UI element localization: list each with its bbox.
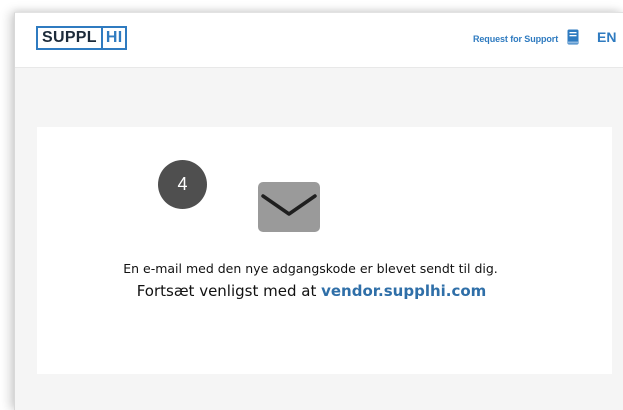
logo-text-hi: HI [100, 28, 126, 48]
vendor-portal-link[interactable]: vendor.supplhi.com [321, 282, 486, 300]
supplhi-logo[interactable]: SUPPL HI [36, 26, 128, 50]
logo-text-suppl: SUPPL [38, 28, 101, 48]
stage: SUPPL HI Request for Support EN 4 En e-m… [0, 0, 623, 410]
continue-text: Fortsæt venligst med at [136, 282, 322, 300]
request-support-link[interactable]: Request for Support [473, 34, 558, 44]
envelope-icon [258, 182, 320, 232]
confirmation-message: En e-mail med den nye adgangskode er ble… [123, 261, 498, 276]
book-icon[interactable] [567, 29, 579, 45]
confirmation-card [37, 127, 612, 374]
language-selector[interactable]: EN [597, 29, 616, 45]
continue-instruction: Fortsæt venligst med at vendor.supplhi.c… [0, 282, 609, 300]
top-navbar: SUPPL HI Request for Support EN [15, 13, 623, 68]
step-number-badge: 4 [158, 160, 207, 209]
